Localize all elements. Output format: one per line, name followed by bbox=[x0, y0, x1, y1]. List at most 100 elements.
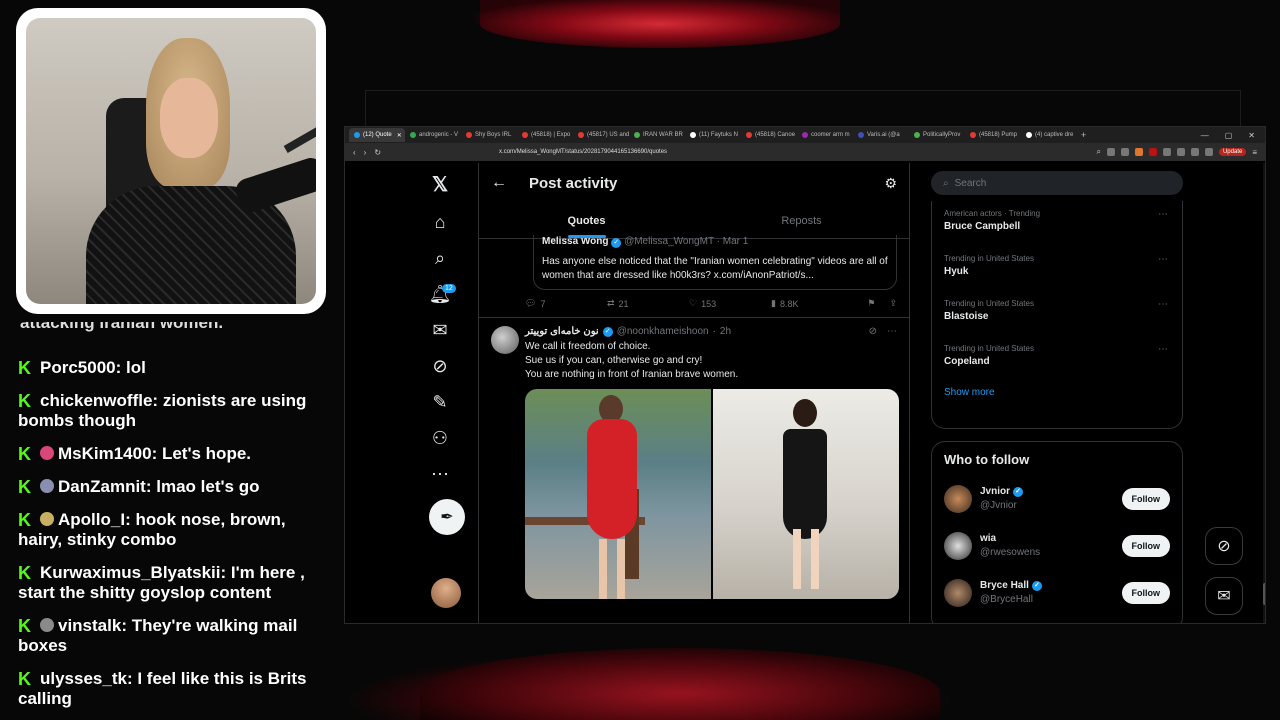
lists-icon[interactable]: ✎ bbox=[427, 389, 453, 415]
quote-tweet[interactable]: نون خامه‌ای توییتر ✓ @noonkhameishoon · … bbox=[479, 317, 909, 599]
close-window-icon[interactable]: ✕ bbox=[1248, 131, 1255, 140]
scrollbar-thumb[interactable] bbox=[1263, 583, 1265, 605]
maximize-icon[interactable]: ▢ bbox=[1225, 131, 1233, 140]
chat-username[interactable]: Apollo_I bbox=[58, 510, 125, 529]
like-button[interactable]: ♡ 153 bbox=[689, 298, 771, 309]
chat-username[interactable]: Porc5000 bbox=[40, 358, 116, 377]
reload-icon[interactable]: ↻ bbox=[374, 148, 381, 157]
search-input[interactable]: ⌕ Search bbox=[931, 171, 1183, 195]
follow-button[interactable]: Follow bbox=[1121, 581, 1170, 604]
extension-icon[interactable] bbox=[1162, 148, 1171, 156]
extension-icon[interactable] bbox=[1106, 148, 1115, 156]
trend-item[interactable]: American actors · Trending Bruce Campbell… bbox=[932, 201, 1182, 246]
chat-username[interactable]: chickenwoffle bbox=[40, 391, 152, 410]
trend-more-icon[interactable]: ⋯ bbox=[1158, 209, 1168, 220]
suggestion-handle[interactable]: @Jvnior bbox=[980, 500, 1017, 511]
back-icon[interactable]: ‹ bbox=[353, 148, 356, 157]
views-button[interactable]: ▮ 8.8K bbox=[771, 298, 853, 309]
trend-more-icon[interactable]: ⋯ bbox=[1158, 344, 1168, 355]
browser-tab[interactable]: androgenic - V bbox=[405, 128, 461, 142]
show-more-link[interactable]: Show more bbox=[932, 381, 1182, 404]
post-button[interactable]: ✒ bbox=[429, 499, 465, 535]
chat-username[interactable]: DanZamnit bbox=[58, 477, 146, 496]
explore-icon[interactable]: ⌕ bbox=[427, 245, 453, 271]
trend-item[interactable]: Trending in United States Blastoise ⋯ bbox=[932, 291, 1182, 336]
browser-tab[interactable]: (12) Quote ✕ bbox=[349, 128, 405, 142]
url-field[interactable]: x.com/Melissa_WongMT/status/202817904416… bbox=[499, 149, 919, 155]
messages-icon[interactable]: ✉ bbox=[427, 317, 453, 343]
new-tab-button[interactable]: + bbox=[1081, 130, 1086, 140]
filter-icon[interactable]: ⚙ bbox=[884, 175, 897, 192]
trend-more-icon[interactable]: ⋯ bbox=[1158, 254, 1168, 265]
more-options-icon[interactable]: ⋯ bbox=[887, 326, 897, 337]
wallet-icon[interactable] bbox=[1204, 148, 1213, 156]
chat-username[interactable]: Kurwaximus_Blyatskii bbox=[40, 563, 220, 582]
chat-username[interactable]: MsKim1400 bbox=[58, 444, 152, 463]
follow-button[interactable]: Follow bbox=[1121, 534, 1170, 557]
tab-close-icon[interactable]: ✕ bbox=[397, 132, 402, 139]
suggestion-avatar[interactable] bbox=[944, 531, 972, 560]
chat-username[interactable]: ulysses_tk bbox=[40, 669, 127, 688]
quoted-post[interactable]: Melissa Wong ✓ @Melissa_WongMT · Mar 1 H… bbox=[533, 235, 897, 290]
browser-tab[interactable]: PoliticallyProv bbox=[909, 128, 965, 142]
minimize-icon[interactable]: — bbox=[1201, 131, 1209, 140]
grok-icon[interactable]: ⊘ bbox=[427, 353, 453, 379]
back-arrow-icon[interactable]: ← bbox=[491, 174, 507, 192]
media-photo-right[interactable] bbox=[713, 389, 899, 599]
chat-message: Kulysses_tk: I feel like this is Brits c… bbox=[18, 669, 307, 708]
menu-icon[interactable]: ≡ bbox=[1252, 148, 1257, 157]
suggestion-handle[interactable]: @BryceHall bbox=[980, 594, 1033, 605]
tweet-author-name[interactable]: نون خامه‌ای توییتر bbox=[525, 326, 599, 337]
browser-tab[interactable]: Shy Boys IRL bbox=[461, 128, 517, 142]
more-icon[interactable]: ⋯ bbox=[427, 461, 453, 487]
browser-tab[interactable]: IRAN WAR BR bbox=[629, 128, 685, 142]
tab-reposts[interactable]: Reposts bbox=[694, 203, 909, 238]
chat-username[interactable]: vinstalk bbox=[58, 616, 121, 635]
browser-tab[interactable]: (45818) Pump bbox=[965, 128, 1021, 142]
home-icon[interactable]: ⌂ bbox=[427, 209, 453, 235]
suggestion-name[interactable]: wia bbox=[980, 532, 996, 546]
trend-item[interactable]: Trending in United States Copeland ⋯ bbox=[932, 336, 1182, 381]
scrollbar[interactable] bbox=[1263, 163, 1265, 623]
brave-shield-icon[interactable] bbox=[1134, 148, 1143, 156]
rewards-icon[interactable] bbox=[1148, 148, 1157, 156]
suggestion-handle[interactable]: @rwesowens bbox=[980, 547, 1040, 558]
profile-icon[interactable]: ⚇ bbox=[427, 425, 453, 451]
forward-icon[interactable]: › bbox=[364, 148, 367, 157]
grok-floating-icon[interactable]: ⊘ bbox=[1205, 527, 1243, 565]
suggestion-name[interactable]: Bryce Hall bbox=[980, 579, 1029, 593]
sidebar-icon[interactable] bbox=[1190, 148, 1199, 156]
trend-item[interactable]: Trending in United States Hyuk ⋯ bbox=[932, 246, 1182, 291]
follow-button[interactable]: Follow bbox=[1121, 487, 1170, 510]
grok-explain-icon[interactable]: ⊘ bbox=[869, 326, 877, 337]
extension-icon[interactable] bbox=[1176, 148, 1185, 156]
browser-tab[interactable]: (11) Faytuks N bbox=[685, 128, 741, 142]
share-icon[interactable]: ⇪ bbox=[889, 298, 897, 309]
x-sidebar-nav: 𝕏 ⌂ ⌕ 🔔︎ 12 ✉ ⊘ ✎ ⚇ ⋯ ✒ bbox=[415, 163, 475, 623]
suggestion-avatar[interactable] bbox=[944, 578, 972, 607]
extension-icon[interactable] bbox=[1120, 148, 1129, 156]
suggestion-name[interactable]: Jvnior bbox=[980, 485, 1010, 499]
suggestion-avatar[interactable] bbox=[944, 484, 972, 513]
reply-button[interactable]: 💬︎ 7 bbox=[525, 298, 607, 309]
repost-button[interactable]: ⇄ 21 bbox=[607, 298, 689, 309]
browser-tab[interactable]: (4) captive dre bbox=[1021, 128, 1077, 142]
browser-tab[interactable]: coomer arm m bbox=[797, 128, 853, 142]
tweet-author-handle[interactable]: @noonkhameishoon bbox=[617, 326, 709, 337]
person-head bbox=[793, 399, 817, 427]
account-avatar[interactable] bbox=[431, 578, 461, 608]
browser-tab[interactable]: (45817) US and bbox=[573, 128, 629, 142]
update-button[interactable]: Update bbox=[1218, 148, 1247, 156]
messages-floating-icon[interactable]: ✉ bbox=[1205, 577, 1243, 615]
browser-tab[interactable]: Varis.ai (@a bbox=[853, 128, 909, 142]
x-logo-icon[interactable]: 𝕏 bbox=[427, 171, 453, 197]
tweet-media[interactable] bbox=[525, 389, 899, 599]
browser-tab[interactable]: (45818) | Expo bbox=[517, 128, 573, 142]
media-photo-left[interactable] bbox=[525, 389, 711, 599]
tweet-avatar[interactable] bbox=[491, 326, 519, 354]
bookmark-icon[interactable]: ⚑ bbox=[867, 298, 875, 309]
trend-more-icon[interactable]: ⋯ bbox=[1158, 299, 1168, 310]
browser-tab[interactable]: (45818) Canoe bbox=[741, 128, 797, 142]
tab-quotes[interactable]: Quotes bbox=[479, 203, 694, 238]
zoom-icon[interactable]: ⌕ bbox=[1096, 147, 1100, 157]
